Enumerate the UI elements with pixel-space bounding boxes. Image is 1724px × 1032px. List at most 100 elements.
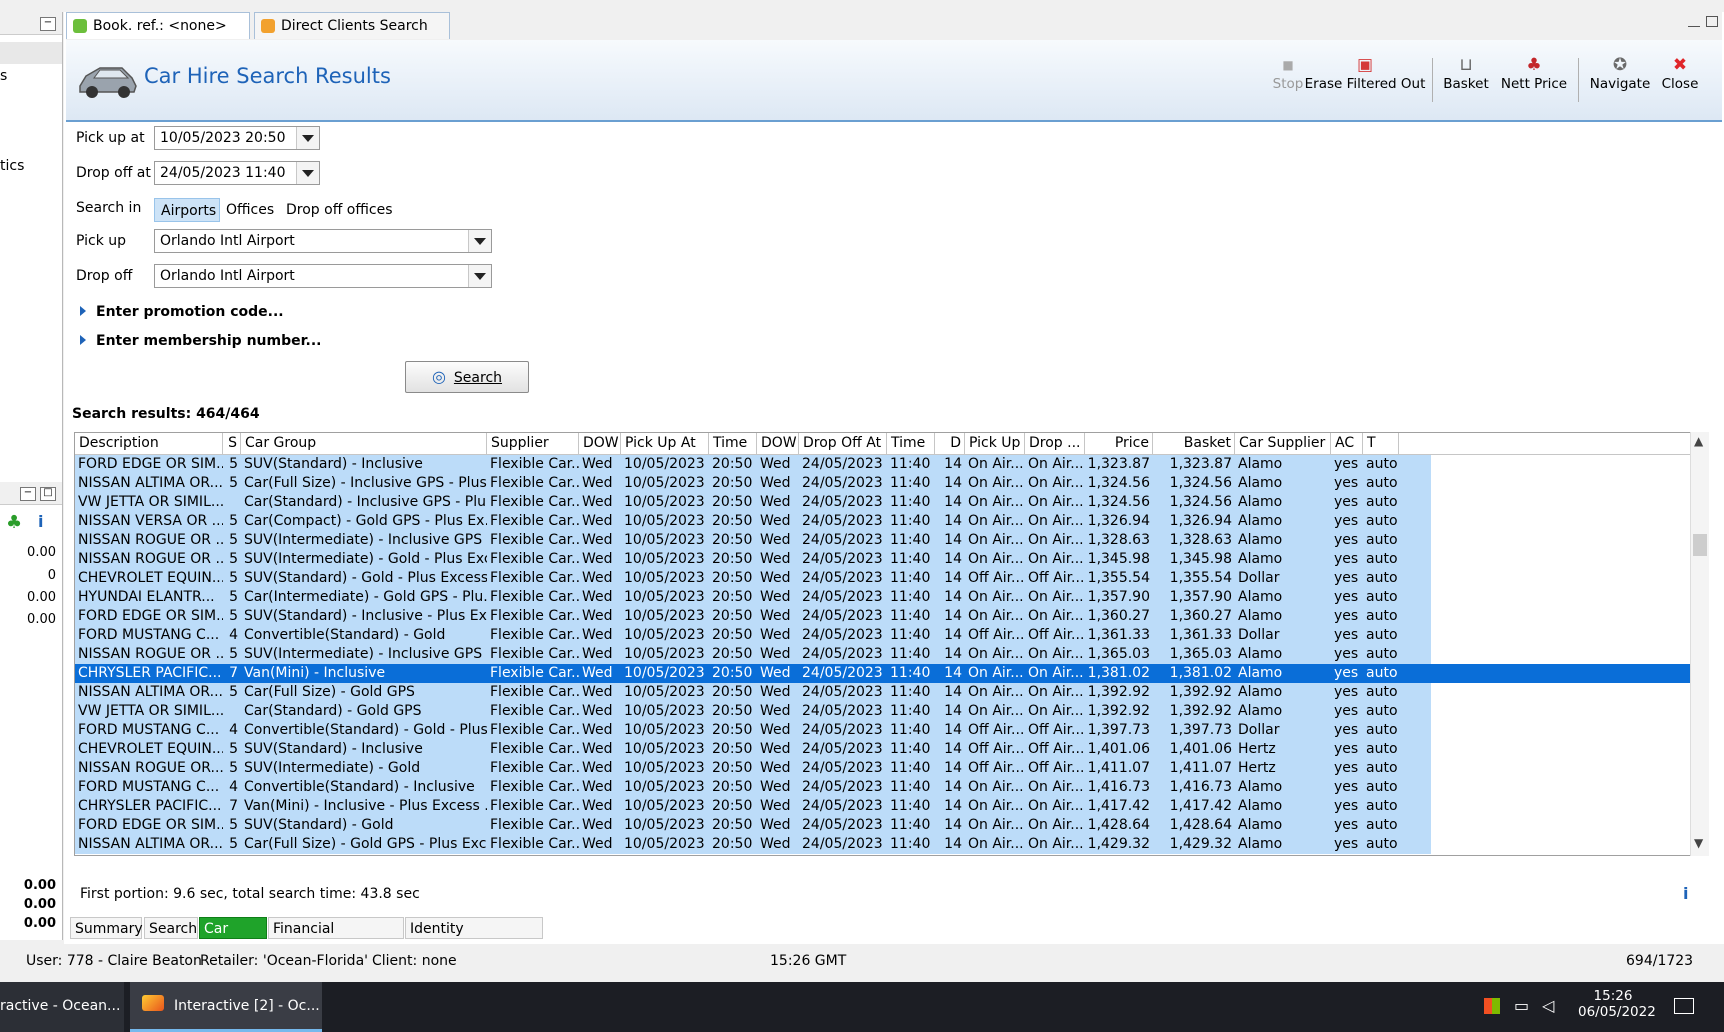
table-row[interactable]: CHEVROLET EQUIN... 5 SUV(Standard) - Inclu… [75,740,1431,759]
search-button[interactable]: ◎ Search [405,361,529,393]
chevron-down-icon[interactable] [468,265,491,287]
vertical-scrollbar[interactable]: ▲ ▼ [1690,432,1709,856]
table-row[interactable]: NISSAN ROGUE OR... 5 SUV(Intermediate) - G… [75,759,1431,778]
left-total: 0.00 [23,897,56,912]
dropoff-location-select[interactable]: Orlando Intl Airport [154,264,492,288]
table-row[interactable]: HYUNDAI ELANTR... 5 Car(Intermediate) - Go… [75,588,1431,607]
column-header-supplier[interactable]: Supplier [487,433,579,454]
table-row[interactable]: FORD EDGE OR SIM... 5 SUV(Standard) - Gold… [75,816,1431,835]
chevron-down-icon[interactable] [296,162,319,184]
pickup-location-select[interactable]: Orlando Intl Airport [154,229,492,253]
membership-number-expander[interactable]: Enter membership number... [80,333,321,349]
table-row[interactable]: FORD MUSTANG C... 4 Convertible(Standard) … [75,721,1431,740]
column-header-ac[interactable]: AC [1331,433,1363,454]
column-header-pickup-location[interactable]: Pick Up [965,433,1025,454]
pickup-location-value: Orlando Intl Airport [160,233,295,249]
table-row[interactable]: NISSAN ALTIMA OR... 5 Car(Full Size) - Gol… [75,835,1431,854]
cell-transmission: auto [1366,665,1398,681]
taskbar-item-active[interactable]: Interactive [2] - Oc... [130,982,322,1032]
cell-days: 14 [944,494,962,510]
table-row[interactable]: NISSAN ROGUE OR ... 5 SUV(Intermediate) - … [75,550,1431,569]
table-row[interactable]: VW JETTA OR SIMIL... Car(Standard) - Gold… [75,702,1431,721]
table-row[interactable]: NISSAN VERSA OR ... 5 Car(Compact) - Gold … [75,512,1431,531]
scroll-thumb[interactable] [1693,534,1707,556]
column-header-pickup-dow[interactable]: DOW [579,433,621,454]
pickup-at-field[interactable]: 10/05/2023 20:50 [154,126,320,150]
erase-filtered-out-button[interactable]: ▣ Erase Filtered Out [1304,56,1426,106]
cell-description: FORD MUSTANG C... [78,627,220,643]
table-row[interactable]: NISSAN ALTIMA OR... 5 Car(Full Size) - Gol… [75,683,1431,702]
table-row[interactable]: FORD MUSTANG C... 4 Convertible(Standard) … [75,778,1431,797]
minimize-icon[interactable]: − [20,487,36,501]
taskbar-item[interactable]: ractive - Ocean... [0,982,124,1032]
info-icon[interactable]: i [38,512,43,531]
column-header-car-supplier[interactable]: Car Supplier [1235,433,1331,454]
search-in-airports[interactable]: Airports [154,198,220,222]
search-in-offices[interactable]: Offices [220,198,280,222]
column-header-dropoff-dow[interactable]: DOW [757,433,799,454]
navigate-button[interactable]: ✪ Navigate [1586,56,1654,106]
cell-car-group: SUV(Standard) - Inclusive - Plus Ex... [244,608,487,624]
column-header-days[interactable]: D [935,433,965,454]
column-header-car-group[interactable]: Car Group [241,433,487,454]
chevron-down-icon[interactable] [296,127,319,149]
table-row[interactable]: FORD EDGE OR SIM... 5 SUV(Standard) - Incl… [75,455,1431,474]
cell-ac: yes [1334,456,1359,472]
basket-button[interactable]: ⊔ Basket [1440,56,1492,106]
notifications-icon[interactable] [1674,998,1694,1014]
collapse-icon[interactable]: − [40,17,56,31]
column-header-pickup-time[interactable]: Time [709,433,757,454]
column-header-seats[interactable]: S [223,433,241,454]
cell-pickup-location: On Air... [968,494,1024,510]
info-icon[interactable]: i [1683,884,1688,903]
tab-direct-clients-search[interactable]: Direct Clients Search [254,12,450,39]
maximize-icon[interactable] [1706,16,1718,27]
table-row[interactable]: FORD MUSTANG C... 4 Convertible(Standard) … [75,626,1431,645]
column-header-price[interactable]: Price [1085,433,1153,454]
dropoff-at-field[interactable]: 24/05/2023 11:40 [154,161,320,185]
table-row[interactable]: CHRYSLER PACIFIC... 7 Van(Mini) - Inclusiv… [75,664,1691,683]
table-row[interactable]: FORD EDGE OR SIM... 5 SUV(Standard) - Incl… [75,607,1431,626]
tab-car-mco[interactable]: Car MCO [199,917,267,959]
clock[interactable]: 15:26 06/05/2022 [1578,988,1656,1020]
table-row[interactable]: NISSAN ROGUE OR ... 5 SUV(Intermediate) - … [75,531,1431,550]
column-header-basket[interactable]: Basket [1153,433,1235,454]
palm-icon[interactable]: ♣ [6,512,22,533]
maximize-icon[interactable]: □ [40,487,56,501]
cell-description: NISSAN ALTIMA OR... [78,475,223,491]
cell-dropoff-location: On Air... [1028,551,1084,567]
table-row[interactable]: CHRYSLER PACIFIC... 7 Van(Mini) - Inclusiv… [75,797,1431,816]
scroll-up-icon[interactable]: ▲ [1694,434,1703,448]
volume-muted-icon[interactable]: ◁ [1542,996,1554,1015]
promotion-code-expander[interactable]: Enter promotion code... [80,304,284,320]
nett-price-button[interactable]: ♣ Nett Price [1498,56,1570,106]
column-header-dropoff-location[interactable]: Drop ... [1025,433,1085,454]
table-row[interactable]: NISSAN ROGUE OR ... 5 SUV(Intermediate) - … [75,645,1431,664]
tab-search[interactable]: Search [144,917,198,939]
cell-dropoff-dow: Wed [760,513,791,529]
column-header-pickup-date[interactable]: Pick Up At [621,433,709,454]
column-header-transmission[interactable]: T [1363,433,1399,454]
cell-dropoff-dow: Wed [760,760,791,776]
tray-app-icon[interactable] [1484,998,1500,1014]
column-header-dropoff-time[interactable]: Time [887,433,935,454]
column-header-description[interactable]: Description [75,433,223,454]
chevron-down-icon[interactable] [468,230,491,252]
close-button[interactable]: ✖ Close [1658,56,1702,106]
table-row[interactable]: VW JETTA OR SIMIL... Car(Standard) - Incl… [75,493,1431,512]
network-icon[interactable]: ▭ [1514,996,1529,1015]
search-in-dropoff-offices[interactable]: Drop off offices [280,198,399,222]
cell-car-group: Convertible(Standard) - Inclusive [244,779,475,795]
scroll-down-icon[interactable]: ▼ [1694,836,1703,850]
tab-booking[interactable]: Book. ref.: <none> ✕ [66,12,250,61]
column-header-dropoff-date[interactable]: Drop Off At [799,433,887,454]
tab-summary[interactable]: Summary [70,917,143,939]
dropoff-location-value: Orlando Intl Airport [160,268,295,284]
cell-transmission: auto [1366,456,1398,472]
minimize-icon[interactable] [1688,16,1700,27]
tab-identity-documents[interactable]: Identity Documents [405,917,543,959]
cell-pickup-time: 20:50 [712,646,753,662]
table-row[interactable]: NISSAN ALTIMA OR... 5 Car(Full Size) - Inc… [75,474,1431,493]
table-row[interactable]: CHEVROLET EQUIN... 5 SUV(Standard) - Gold … [75,569,1431,588]
tab-financial-summary[interactable]: Financial Summary [268,917,404,959]
